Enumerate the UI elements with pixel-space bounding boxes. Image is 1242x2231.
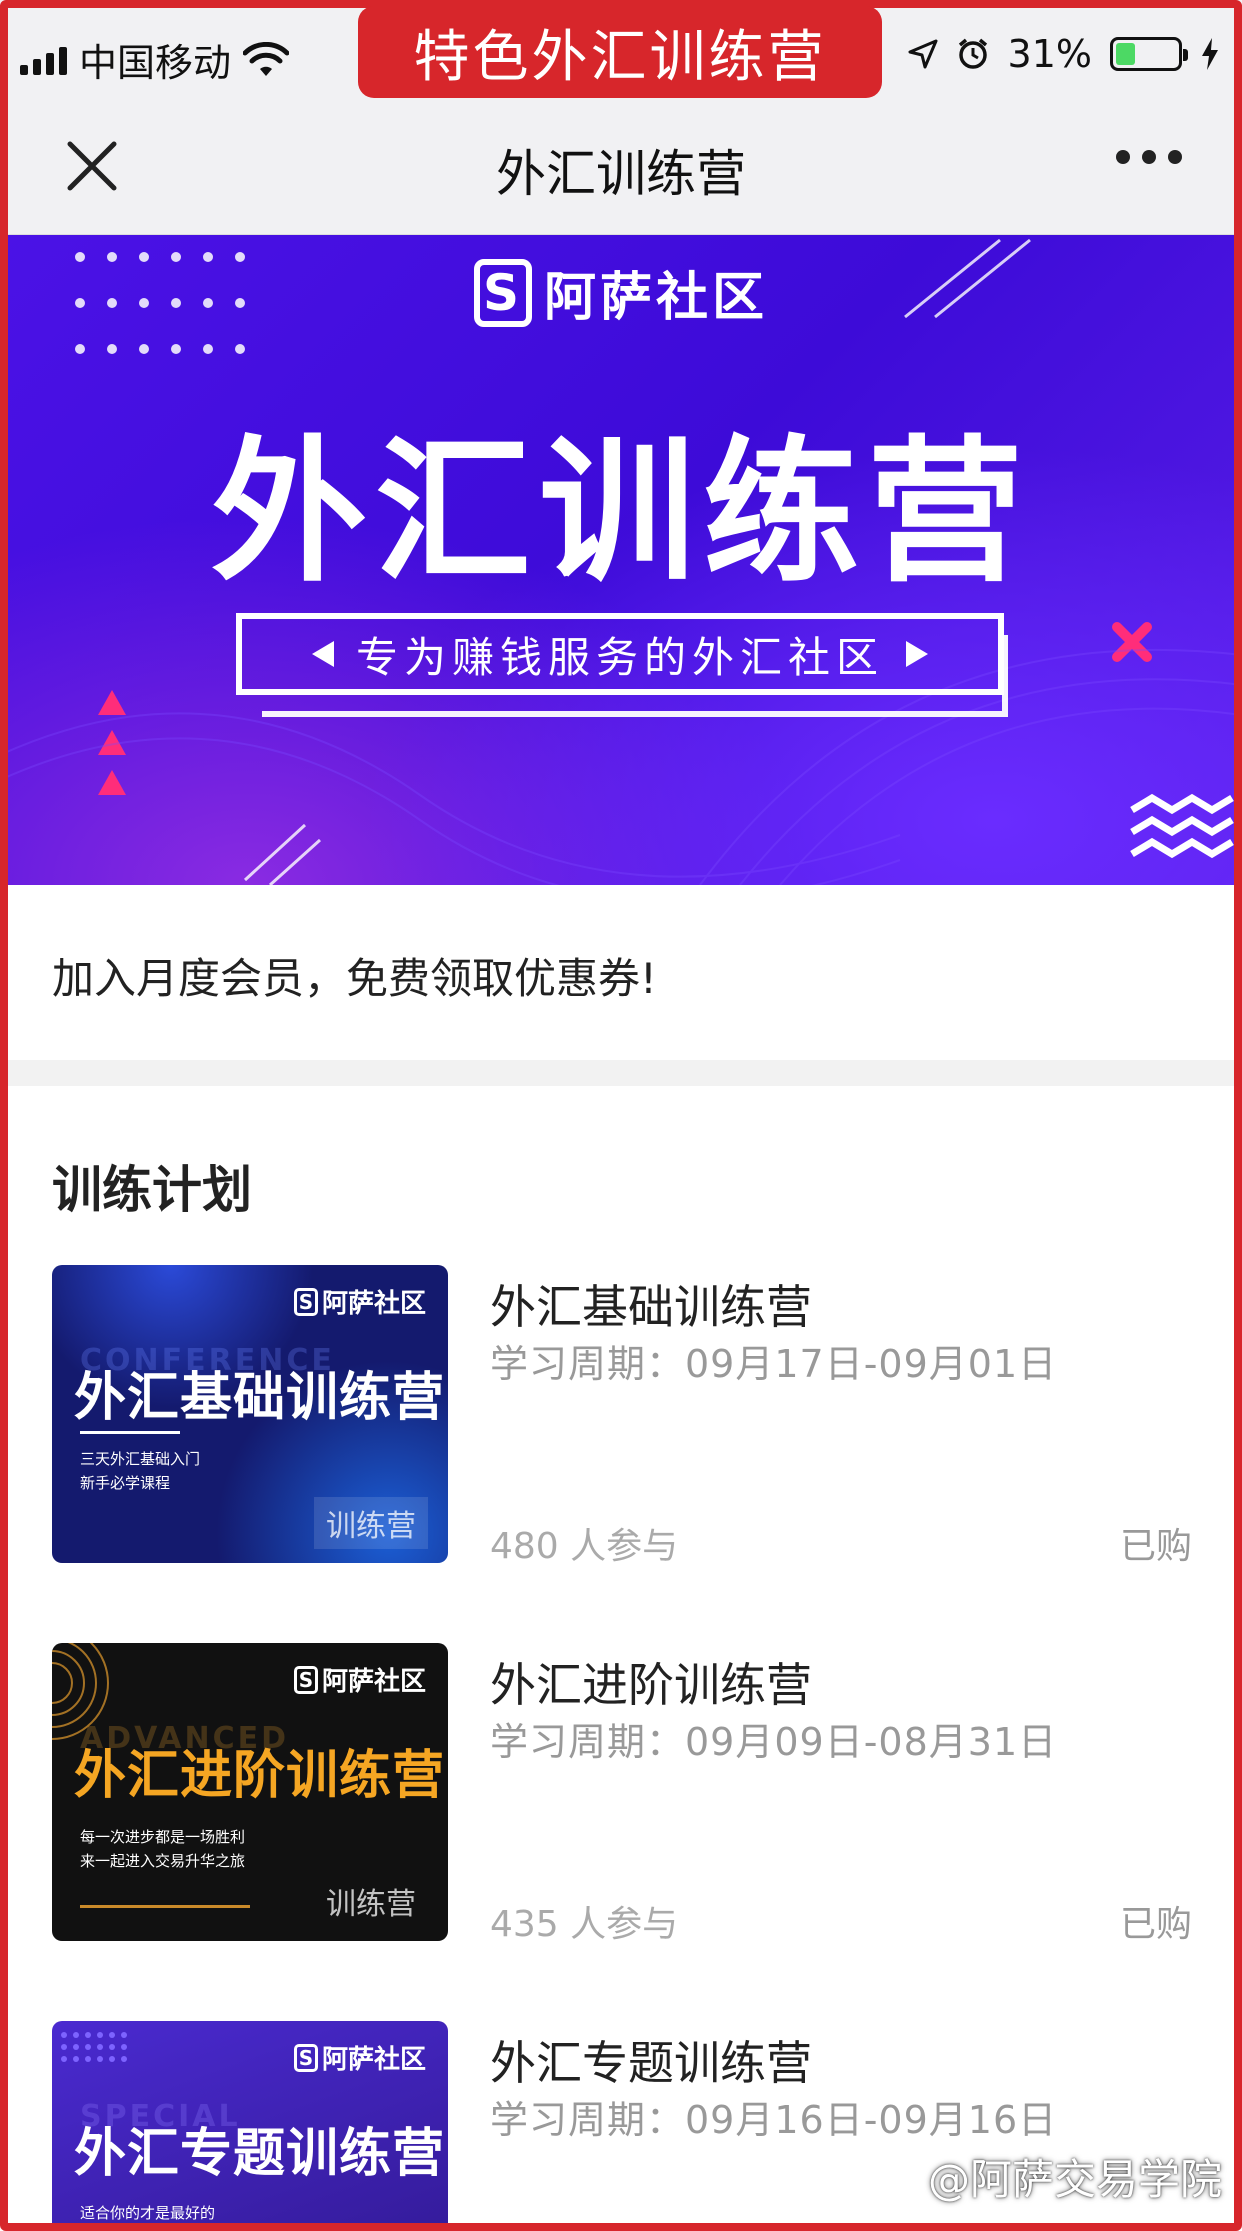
course-thumbnail: S 阿萨社区 CONFERENCE 外汇基础训练营 三天外汇基础入门 新手必学课程 … xyxy=(52,1265,448,1563)
promo-text: 加入月度会员，免费领取优惠券! xyxy=(52,954,657,1003)
thumb-dots-decoration xyxy=(61,2032,127,2062)
triangle-left-icon xyxy=(311,641,334,667)
thumb-brand: S 阿萨社区 xyxy=(293,1661,426,1698)
hero-banner: S 阿萨社区 外汇训练营 专为赚钱服务的外汇社区 xyxy=(0,235,1242,885)
carrier-label: 中国移动 xyxy=(79,41,232,85)
course-title: 外汇进阶训练营 xyxy=(490,1658,812,1712)
status-right: 31% xyxy=(908,32,1220,76)
purchase-status: 已购 xyxy=(1119,1526,1192,1567)
participant-count: 480 人参与 xyxy=(490,1526,679,1567)
signal-icon xyxy=(20,45,67,75)
thumb-title: 外汇基础训练营 xyxy=(74,1368,446,1428)
thumb-desc: 每一次进步都是一场胜利 来一起进入交易升华之旅 xyxy=(80,1828,246,1870)
banner-title: 外汇训练营 xyxy=(211,421,1031,603)
participant-count: 435 人参与 xyxy=(490,1904,679,1945)
battery-percent: 31% xyxy=(1007,32,1092,76)
thumb-tag: 训练营 xyxy=(326,1887,416,1922)
course-item[interactable]: S 阿萨社区 CONFERENCE 外汇基础训练营 三天外汇基础入门 新手必学课程 … xyxy=(52,1265,1192,1567)
battery-icon xyxy=(1110,37,1188,71)
course-title: 外汇基础训练营 xyxy=(490,1280,812,1334)
brand-name: 阿萨社区 xyxy=(543,268,768,328)
course-thumbnail: S 阿萨社区 ADVANCED 外汇进阶训练营 每一次进步都是一场胜利 来一起进入交… xyxy=(52,1643,448,1941)
triangle-right-icon xyxy=(906,641,928,667)
section-title: 训练计划 xyxy=(52,1161,252,1219)
nav-bar: 外汇训练营 xyxy=(0,110,1242,235)
course-info: 外汇基础训练营 学习周期：09月17日-09月01日 480 人参与 已购 xyxy=(490,1265,1192,1567)
page-title: 外汇训练营 xyxy=(496,145,746,203)
charging-icon xyxy=(1202,38,1218,70)
section-divider xyxy=(0,1060,1242,1086)
course-item[interactable]: S 阿萨社区 ADVANCED 外汇进阶训练营 每一次进步都是一场胜利 来一起进入交… xyxy=(52,1643,1192,1945)
thumb-brand: S 阿萨社区 xyxy=(293,2039,426,2076)
thumb-tag: 训练营 xyxy=(314,1497,428,1549)
watermark: @阿萨交易学院 xyxy=(927,2155,1222,2204)
brand-s-icon: S xyxy=(473,258,532,327)
course-thumbnail: S 阿萨社区 SPECIAL 外汇专题训练营 适合你的才是最好的 xyxy=(52,2021,448,2231)
course-period: 学习周期：09月16日-09月16日 xyxy=(490,2098,1058,2142)
overlay-label: 特色外汇训练营 xyxy=(358,6,882,98)
thumb-title: 外汇专题训练营 xyxy=(74,2124,446,2184)
location-arrow-icon xyxy=(908,39,938,69)
status-left: 中国移动 xyxy=(20,32,290,87)
course-period: 学习周期：09月17日-09月01日 xyxy=(490,1342,1058,1386)
thumb-underline xyxy=(80,1431,180,1434)
course-info: 外汇进阶训练营 学习周期：09月09日-08月31日 435 人参与 已购 xyxy=(490,1643,1192,1945)
course-title: 外汇专题训练营 xyxy=(490,2036,812,2090)
banner-subtitle-text: 专为赚钱服务的外汇社区 xyxy=(355,632,884,682)
thumb-underline xyxy=(80,1905,250,1908)
thumb-title: 外汇进阶训练营 xyxy=(74,1746,446,1806)
wifi-icon xyxy=(243,41,290,76)
alarm-icon xyxy=(958,38,987,69)
purchase-status: 已购 xyxy=(1119,1904,1192,1945)
promo-banner[interactable]: 加入月度会员，免费领取优惠券! xyxy=(0,885,1242,1060)
course-period: 学习周期：09月09日-08月31日 xyxy=(490,1720,1058,1764)
thumb-desc: 三天外汇基础入门 新手必学课程 xyxy=(80,1450,201,1492)
thumb-brand: S 阿萨社区 xyxy=(293,1283,426,1320)
more-icon[interactable] xyxy=(1116,150,1182,164)
banner-subtitle: 专为赚钱服务的外汇社区 xyxy=(236,613,1004,695)
thumb-desc: 适合你的才是最好的 xyxy=(80,2204,216,2222)
brand-logo: S 阿萨社区 xyxy=(0,255,1242,330)
